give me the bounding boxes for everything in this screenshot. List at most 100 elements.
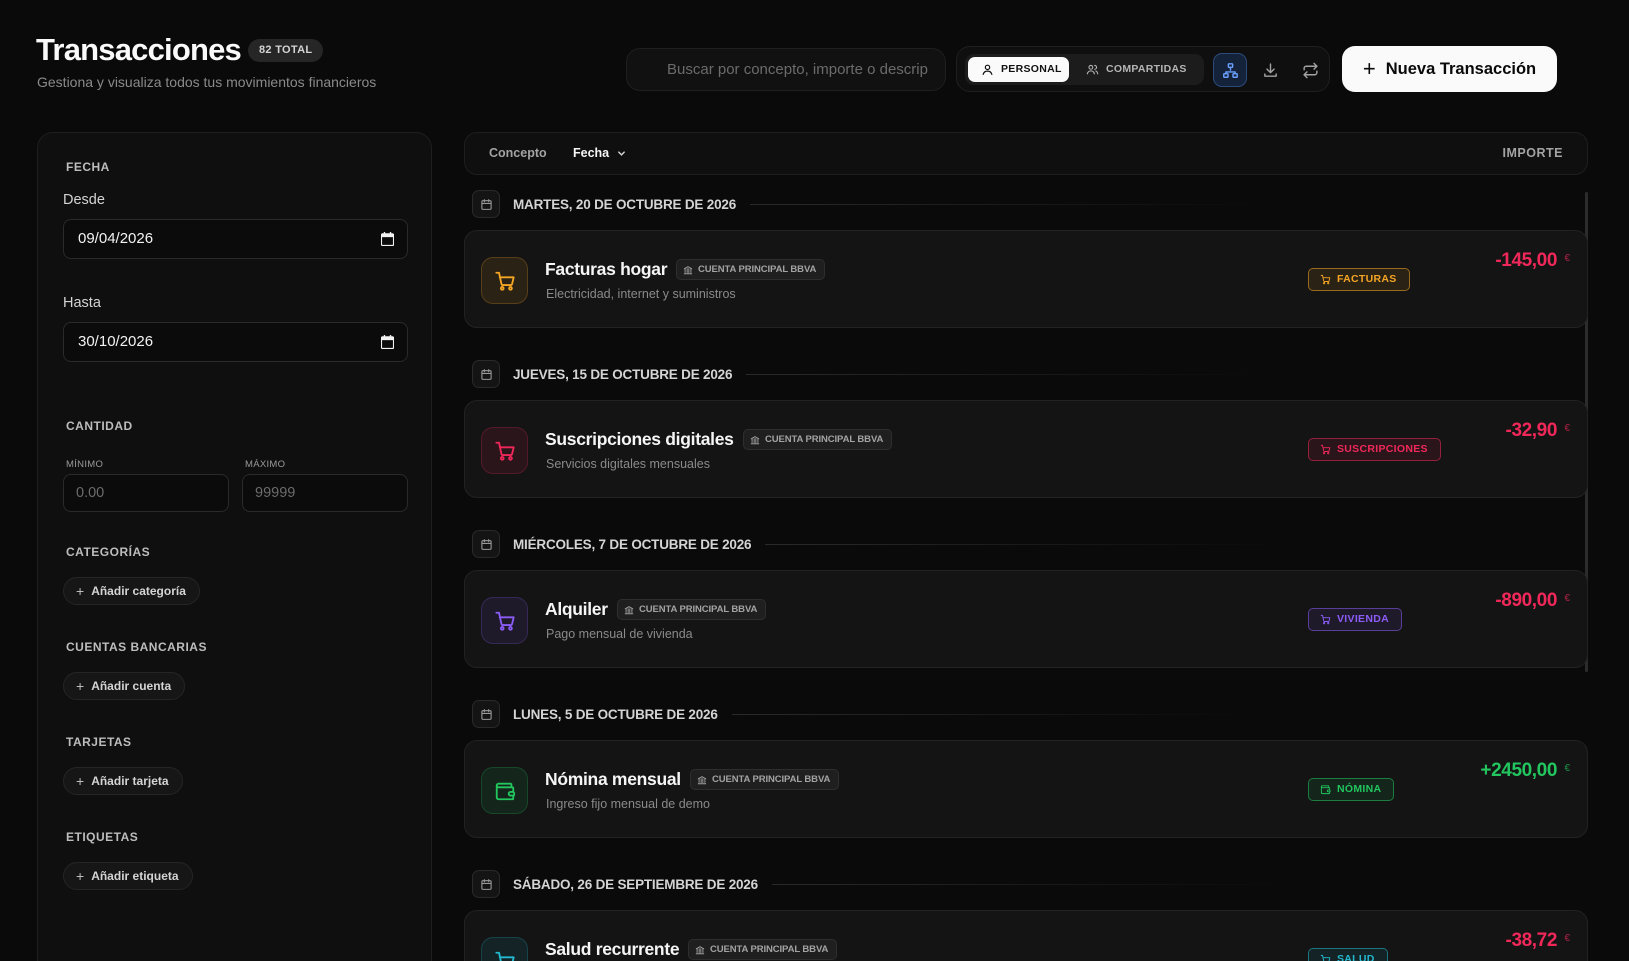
cart-icon bbox=[1320, 954, 1331, 961]
transaction-amount: -32,90 bbox=[1505, 420, 1558, 441]
category-badge[interactable]: FACTURAS bbox=[1308, 268, 1410, 291]
transaction-row[interactable]: Facturas hogar CUENTA PRINCIPAL BBVA Elect… bbox=[464, 230, 1588, 328]
date-section-label: FECHA bbox=[66, 160, 110, 174]
from-date-input[interactable]: 09/04/2026 bbox=[63, 219, 408, 259]
divider bbox=[750, 203, 1271, 205]
account-name: CUENTA PRINCIPAL BBVA bbox=[710, 944, 829, 955]
transaction-description: Ingreso fijo mensual de demo bbox=[546, 797, 710, 811]
cart-icon bbox=[481, 427, 528, 474]
transaction-name: Facturas hogar bbox=[545, 259, 668, 279]
export-button[interactable] bbox=[1253, 53, 1287, 87]
page-subtitle: Gestiona y visualiza todos tus movimient… bbox=[37, 74, 377, 90]
transfer-button[interactable] bbox=[1293, 53, 1327, 87]
account-name: CUENTA PRINCIPAL BBVA bbox=[639, 604, 758, 615]
transaction-amount: -890,00 bbox=[1495, 590, 1557, 611]
account-badge: CUENTA PRINCIPAL BBVA bbox=[688, 939, 838, 960]
concept-column-header[interactable]: Concepto bbox=[489, 146, 547, 160]
hierarchy-view-button[interactable] bbox=[1213, 53, 1247, 87]
divider bbox=[771, 883, 1292, 885]
divider bbox=[731, 713, 1252, 715]
to-date-value: 30/10/2026 bbox=[78, 333, 154, 350]
add-category-button[interactable]: + Añadir categoría bbox=[63, 577, 200, 605]
cart-icon bbox=[481, 257, 528, 304]
cart-icon bbox=[481, 937, 528, 961]
account-badge: CUENTA PRINCIPAL BBVA bbox=[690, 769, 840, 790]
transaction-name: Salud recurrente bbox=[545, 939, 680, 959]
date-column-label: Fecha bbox=[573, 146, 610, 160]
transactions-page: Transacciones 82 TOTAL Gestiona y visual… bbox=[0, 0, 1629, 961]
calendar-icon bbox=[472, 700, 500, 728]
category-badge[interactable]: SUSCRIPCIONES bbox=[1308, 438, 1441, 461]
search-input[interactable]: Buscar por concepto, importe o descrip bbox=[626, 48, 946, 91]
date-group-label: MARTES, 20 DE OCTUBRE DE 2026 bbox=[513, 196, 737, 212]
currency-symbol: € bbox=[1564, 933, 1570, 944]
new-transaction-button[interactable]: + Nueva Transacción bbox=[1342, 46, 1557, 92]
transaction-row[interactable]: Nómina mensual CUENTA PRINCIPAL BBVA Ingre… bbox=[464, 740, 1588, 838]
calendar-icon bbox=[472, 190, 500, 218]
cart-icon bbox=[1320, 274, 1331, 285]
calendar-icon[interactable] bbox=[381, 232, 394, 246]
users-icon bbox=[1086, 64, 1099, 75]
date-column-header[interactable]: Fecha bbox=[573, 146, 626, 160]
account-badge: CUENTA PRINCIPAL BBVA bbox=[617, 599, 767, 620]
to-date-input[interactable]: 30/10/2026 bbox=[63, 322, 408, 362]
plus-icon: + bbox=[1362, 56, 1376, 81]
min-amount-placeholder: 0.00 bbox=[76, 485, 105, 501]
date-group-label: MIÉRCOLES, 7 DE OCTUBRE DE 2026 bbox=[513, 536, 752, 552]
transaction-row[interactable]: Suscripciones digitales CUENTA PRINCIPAL … bbox=[464, 400, 1588, 498]
add-account-label: Añadir cuenta bbox=[91, 679, 172, 693]
max-amount-label: MÁXIMO bbox=[245, 459, 286, 470]
date-group-header: MIÉRCOLES, 7 DE OCTUBRE DE 2026 bbox=[472, 530, 1286, 558]
shared-scope-button[interactable]: COMPARTIDAS bbox=[1076, 57, 1187, 82]
category-label: SALUD bbox=[1337, 953, 1375, 961]
add-tag-button[interactable]: + Añadir etiqueta bbox=[63, 862, 193, 890]
transaction-amount: +2450,00 bbox=[1480, 760, 1557, 781]
transaction-description: Pago mensual de vivienda bbox=[546, 627, 693, 641]
calendar-icon[interactable] bbox=[381, 335, 394, 349]
personal-scope-button[interactable]: PERSONAL bbox=[968, 57, 1069, 82]
add-category-label: Añadir categoría bbox=[91, 584, 186, 598]
filters-panel: FECHA Desde 09/04/2026 Hasta 30/10/2026 … bbox=[37, 132, 432, 961]
transaction-row[interactable]: Alquiler CUENTA PRINCIPAL BBVA Pago mensua… bbox=[464, 570, 1588, 668]
amount-column-header[interactable]: IMPORTE bbox=[1503, 146, 1563, 160]
to-label: Hasta bbox=[63, 295, 101, 311]
calendar-icon bbox=[472, 530, 500, 558]
transaction-description: Electricidad, internet y suministros bbox=[546, 287, 736, 301]
add-tag-label: Añadir etiqueta bbox=[91, 869, 179, 883]
shared-label: COMPARTIDAS bbox=[1106, 63, 1187, 75]
account-name: CUENTA PRINCIPAL BBVA bbox=[765, 434, 884, 445]
category-badge[interactable]: SALUD bbox=[1308, 948, 1388, 961]
plus-icon: + bbox=[76, 773, 85, 789]
min-amount-label: MÍNIMO bbox=[66, 459, 104, 470]
amount-section-label: CANTIDAD bbox=[66, 419, 133, 433]
date-group-header: LUNES, 5 DE OCTUBRE DE 2026 bbox=[472, 700, 1252, 728]
total-count-badge: 82 TOTAL bbox=[248, 39, 324, 62]
category-badge[interactable]: NÓMINA bbox=[1308, 778, 1395, 801]
new-transaction-label: Nueva Transacción bbox=[1385, 59, 1537, 78]
transaction-name: Nómina mensual bbox=[545, 769, 681, 789]
transaction-row[interactable]: Salud recurrente CUENTA PRINCIPAL BBVA SAL… bbox=[464, 910, 1588, 961]
add-account-button[interactable]: + Añadir cuenta bbox=[63, 672, 186, 700]
transaction-name: Suscripciones digitales bbox=[545, 429, 734, 449]
view-toolbar: PERSONAL COMPARTIDAS bbox=[956, 46, 1330, 92]
accounts-section-label: CUENTAS BANCARIAS bbox=[66, 640, 207, 654]
divider bbox=[765, 543, 1286, 545]
page-title: Transacciones bbox=[36, 32, 242, 67]
add-card-label: Añadir tarjeta bbox=[91, 774, 169, 788]
transaction-description: Servicios digitales mensuales bbox=[546, 457, 710, 471]
from-label: Desde bbox=[63, 192, 105, 208]
date-group-header: MARTES, 20 DE OCTUBRE DE 2026 bbox=[472, 190, 1271, 218]
category-label: FACTURAS bbox=[1337, 273, 1397, 285]
categories-section-label: CATEGORÍAS bbox=[66, 545, 151, 559]
category-label: VIVIENDA bbox=[1337, 613, 1389, 625]
personal-label: PERSONAL bbox=[1001, 63, 1062, 75]
add-card-button[interactable]: + Añadir tarjeta bbox=[63, 767, 183, 795]
min-amount-input[interactable]: 0.00 bbox=[63, 474, 229, 512]
max-amount-input[interactable]: 99999 bbox=[242, 474, 408, 512]
bank-icon bbox=[683, 265, 693, 275]
bank-icon bbox=[695, 945, 705, 955]
divider bbox=[746, 373, 1267, 375]
plus-icon: + bbox=[76, 678, 85, 694]
category-badge[interactable]: VIVIENDA bbox=[1308, 608, 1402, 631]
currency-symbol: € bbox=[1564, 763, 1570, 774]
